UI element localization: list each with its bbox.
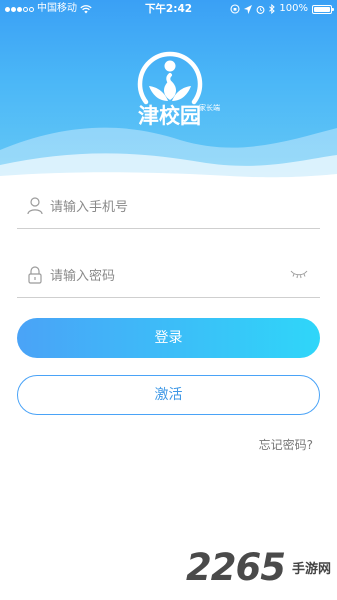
battery-icon	[312, 4, 334, 14]
login-button[interactable]: 登录	[17, 318, 320, 358]
alarm-icon	[256, 5, 265, 14]
eye-closed-icon[interactable]	[290, 268, 308, 280]
battery-percent: 100%	[279, 3, 308, 14]
watermark-number: 2265	[186, 546, 286, 589]
app-header: 下午2:42 中国移动 100% 津校园 家长端	[0, 0, 337, 182]
bluetooth-icon	[269, 4, 276, 14]
status-left: 中国移动	[5, 0, 92, 18]
location-icon	[244, 4, 253, 14]
wifi-icon	[80, 4, 92, 13]
password-input[interactable]	[50, 263, 290, 289]
phone-field[interactable]	[17, 185, 320, 229]
watermark-text: 手游网	[292, 562, 332, 577]
signal-icon	[5, 6, 34, 12]
user-icon	[27, 197, 43, 215]
brand-subtitle: 家长端	[199, 104, 220, 112]
phone-input[interactable]	[50, 194, 290, 220]
site-watermark: 2265 手游网	[186, 546, 336, 596]
brand-name: 津校园	[138, 103, 201, 128]
status-bar: 下午2:42 中国移动 100%	[0, 0, 337, 18]
password-field[interactable]	[17, 254, 320, 298]
carrier-label: 中国移动	[37, 3, 77, 14]
status-right: 100%	[230, 0, 334, 18]
activate-button[interactable]: 激活	[17, 375, 320, 415]
forgot-password-link[interactable]: 忘记密码?	[259, 436, 313, 453]
rotation-lock-icon	[230, 4, 240, 14]
lock-icon	[28, 266, 42, 284]
